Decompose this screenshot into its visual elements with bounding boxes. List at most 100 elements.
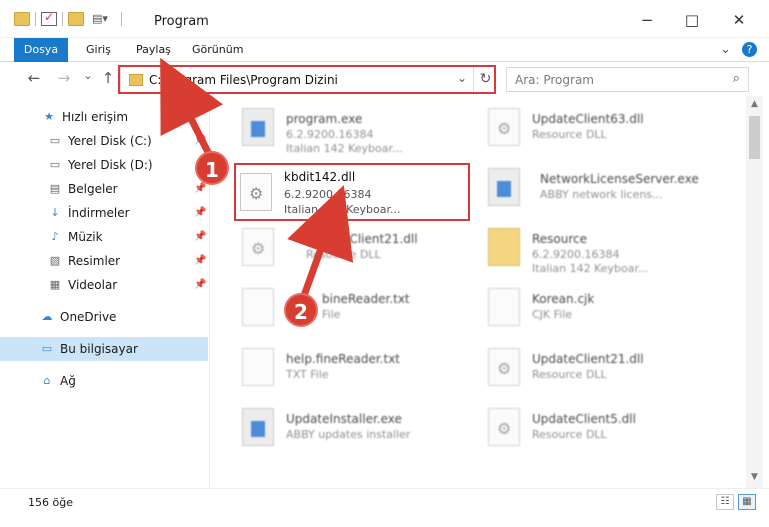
up-button[interactable]: ↑ (98, 69, 118, 87)
details-view-icon[interactable]: ☷ (716, 494, 734, 510)
pin-icon[interactable]: 📌 (194, 129, 206, 153)
file-description: Italian 142 Keyboar... (284, 203, 401, 216)
program-file-icon (242, 108, 274, 146)
file-description: ABBY updates installer (286, 428, 411, 441)
file-name: UpdateClient5.dll (532, 412, 636, 426)
sidebar-item-documents[interactable]: ▤ Belgeler 📌 (0, 177, 208, 201)
file-item[interactable]: UpdateClient21.dll Resource DLL (236, 220, 468, 278)
file-version: 6.2.9200.16384 (286, 128, 374, 141)
file-name: kbdit142.dll (284, 170, 356, 184)
sidebar-item-quick-access[interactable]: ★ Hızlı erişim (0, 105, 208, 129)
new-folder-icon[interactable] (68, 12, 84, 26)
scroll-up-icon[interactable]: ▲ (748, 99, 761, 111)
file-item[interactable]: bineReader.txt File (236, 280, 468, 338)
scroll-thumb[interactable] (749, 116, 760, 159)
scroll-down-icon[interactable]: ▼ (748, 472, 761, 484)
file-item[interactable]: help.fineReader.txt TXT File (236, 340, 468, 398)
dll-file-icon (242, 228, 274, 266)
sidebar-item-label: Hızlı erişim (62, 110, 129, 124)
star-icon: ★ (44, 110, 54, 123)
file-list: program.exe 6.2.9200.16384 Italian 142 K… (212, 96, 746, 488)
pin-icon[interactable]: 📌 (194, 201, 206, 225)
tab-view[interactable]: Görünüm (184, 38, 251, 62)
cjk-file-icon (488, 288, 520, 326)
ribbon: Dosya Giriş Paylaş Görünüm ⌄ ? (0, 38, 769, 96)
file-name: Resource (532, 232, 588, 246)
file-item[interactable]: UpdateClient63.dll Resource DLL (482, 100, 714, 158)
back-button[interactable]: ← (24, 69, 44, 87)
tab-home[interactable]: Giriş (78, 38, 119, 62)
cloud-icon: ☁ (41, 310, 53, 323)
quick-access-menu-icon[interactable]: ▤▾ (92, 12, 116, 26)
program-file-icon (242, 408, 274, 446)
navigation-bar: ← → ⌄ ↑ C:\Program Files\Program Dizini … (0, 62, 769, 96)
sidebar-item-this-pc[interactable]: ▭ Bu bilgisayar (0, 337, 208, 361)
status-bar: 156 öğe ☷ ▦ (0, 488, 769, 527)
file-name: UpdateClient21.dll (532, 352, 644, 366)
text-file-icon (242, 288, 274, 326)
file-item[interactable]: UpdateClient21.dll Resource DLL (482, 340, 714, 398)
recent-locations-button[interactable]: ⌄ (78, 69, 98, 82)
vertical-scrollbar[interactable]: ▲ ▼ (746, 96, 763, 488)
sidebar-item-downloads[interactable]: ↓ İndirmeler 📌 (0, 201, 208, 225)
tab-share[interactable]: Paylaş (128, 38, 179, 62)
large-icons-view-icon[interactable]: ▦ (738, 494, 756, 510)
sidebar-item-music[interactable]: ♪ Müzik 📌 (0, 225, 208, 249)
file-type: Resource DLL (532, 368, 607, 381)
file-type: Resource DLL (532, 428, 607, 441)
drive-icon: ▭ (49, 158, 61, 171)
divider (35, 12, 36, 26)
divider (62, 12, 63, 26)
forward-button[interactable]: → (54, 69, 74, 87)
file-item[interactable]: Korean.cjk CJK File (482, 280, 714, 338)
sidebar-item-pictures[interactable]: ▧ Resimler 📌 (0, 249, 208, 273)
minimize-button[interactable]: − (625, 8, 669, 32)
computer-icon: ▭ (41, 342, 53, 355)
sidebar-item-local-disk-c[interactable]: ▭ Yerel Disk (C:) 📌 (0, 129, 208, 153)
file-item[interactable]: UpdateClient5.dll Resource DLL (482, 400, 714, 458)
sidebar-item-onedrive[interactable]: ☁ OneDrive (0, 305, 208, 329)
file-description: ABBY network licens... (540, 188, 663, 201)
maximize-button[interactable]: □ (670, 8, 714, 32)
file-description: Italian 142 Keyboar... (532, 262, 649, 275)
sidebar-item-label: Ağ (60, 374, 76, 388)
file-type: CJK File (532, 308, 573, 321)
program-file-icon (488, 168, 520, 206)
sidebar-item-label: Yerel Disk (C:) (68, 134, 152, 148)
text-file-icon (242, 348, 274, 386)
title-bar: ▤▾ Program − □ ✕ (0, 0, 769, 38)
sidebar-item-videos[interactable]: ▦ Videolar 📌 (0, 273, 208, 297)
sidebar-item-network[interactable]: ⌂ Ağ (0, 369, 208, 393)
close-button[interactable]: ✕ (717, 8, 761, 32)
folder-icon[interactable] (14, 12, 30, 26)
sidebar-item-local-disk-d[interactable]: ▭ Yerel Disk (D:) 📌 (0, 153, 208, 177)
step-2-badge: 2 (284, 293, 318, 327)
divider (121, 12, 122, 26)
sidebar-item-label: Bu bilgisayar (60, 342, 138, 356)
target-file-kbdit142[interactable]: kbdit142.dll 6.2.9200.16384 Italian 142 … (234, 163, 470, 221)
network-icon: ⌂ (43, 374, 51, 387)
pin-icon[interactable]: 📌 (194, 273, 206, 297)
file-item[interactable]: program.exe 6.2.9200.16384 Italian 142 K… (236, 100, 468, 158)
search-icon[interactable]: ⌕ (733, 71, 740, 86)
pin-icon[interactable]: 📌 (194, 225, 206, 249)
sidebar-item-label: OneDrive (60, 310, 117, 324)
pin-icon[interactable]: 📌 (194, 249, 206, 273)
file-item[interactable]: UpdateInstaller.exe ABBY updates install… (236, 400, 468, 458)
file-name: bineReader.txt (322, 292, 410, 306)
file-name: UpdateClient21.dll (306, 232, 418, 246)
step-1-badge: 1 (195, 151, 229, 185)
file-type: File (322, 308, 341, 321)
pictures-icon: ▧ (49, 254, 61, 267)
file-item[interactable]: NetworkLicenseServer.exe ABBY network li… (482, 160, 714, 218)
properties-icon[interactable] (41, 10, 57, 26)
file-item[interactable]: Resource 6.2.9200.16384 Italian 142 Keyb… (482, 220, 714, 278)
ribbon-expand-icon[interactable]: ⌄ (720, 42, 731, 57)
search-box[interactable]: Ara: Program ⌕ (506, 67, 749, 92)
file-name: Korean.cjk (532, 292, 595, 306)
item-count: 156 öğe (28, 496, 73, 509)
file-type: Resource DLL (306, 248, 381, 261)
sidebar-item-label: Resimler (68, 254, 121, 268)
sidebar-item-label: Müzik (68, 230, 103, 244)
help-icon[interactable]: ? (742, 42, 757, 57)
